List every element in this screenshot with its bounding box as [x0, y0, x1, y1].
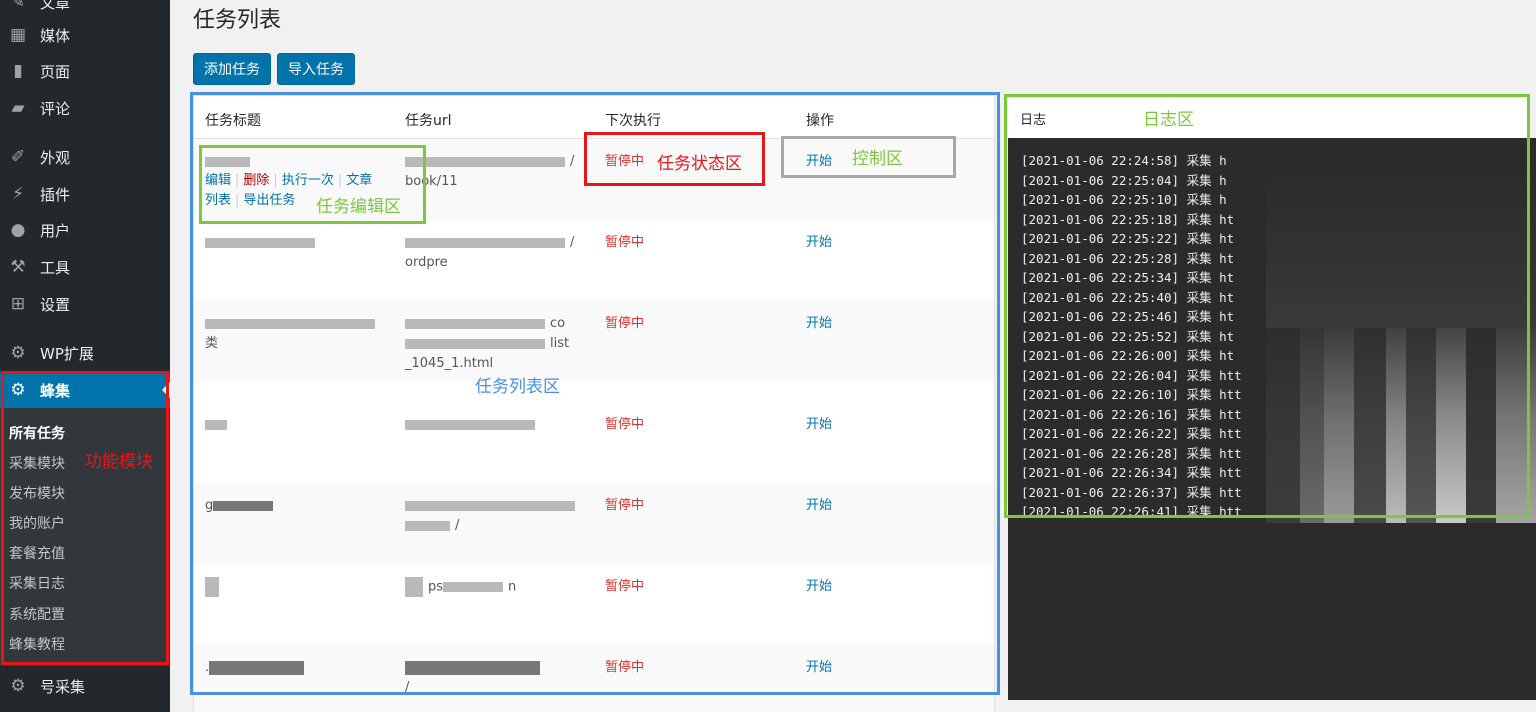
menu-media[interactable]: ▦ 媒体	[0, 17, 170, 53]
gear-icon: ⚙	[10, 676, 26, 696]
task-list-label: 任务列表区	[475, 377, 560, 397]
wrench-icon: ⚒	[10, 257, 26, 277]
task-edit-label: 任务编辑区	[316, 197, 401, 217]
menu-label: 媒体	[40, 26, 71, 45]
menu-label: 外观	[40, 148, 71, 167]
menu-haocaiji[interactable]: ⚙ 号采集	[0, 668, 170, 704]
feature-module-label: 功能模块	[85, 452, 153, 472]
menu-wp-extend[interactable]: ⚙ WP扩展	[0, 335, 170, 371]
import-task-button[interactable]: 导入任务	[277, 53, 355, 85]
menu-label: 设置	[40, 295, 71, 314]
menu-label: 工具	[40, 258, 71, 277]
menu-label: 页面	[40, 62, 71, 81]
menu-label: WP扩展	[40, 344, 94, 363]
menu-label: 用户	[40, 221, 71, 240]
control-label: 控制区	[852, 149, 903, 169]
comment-icon: ▰	[11, 98, 25, 118]
menu-users[interactable]: ● 用户	[0, 212, 170, 248]
add-task-button[interactable]: 添加任务	[193, 53, 271, 85]
page-title: 任务列表	[193, 8, 282, 33]
menu-pages[interactable]: ▮ 页面	[0, 53, 170, 89]
menu-comments[interactable]: ▰ 评论	[0, 90, 170, 126]
menu-appearance[interactable]: ✐ 外观	[0, 139, 170, 175]
menu-label: 文章	[40, 0, 71, 12]
log-area-box	[1004, 94, 1530, 518]
menu-settings[interactable]: ⊞ 设置	[0, 286, 170, 322]
plugin-icon: ⚡	[12, 184, 24, 204]
menu-label: 号采集	[40, 677, 86, 696]
menu-label: 插件	[40, 185, 71, 204]
user-icon: ●	[10, 220, 26, 240]
menu-plugins[interactable]: ⚡ 插件	[0, 176, 170, 212]
media-icon: ▦	[9, 25, 27, 45]
gear-icon: ⚙	[10, 343, 26, 363]
menu-tools[interactable]: ⚒ 工具	[0, 249, 170, 285]
task-status-label: 任务状态区	[657, 154, 742, 174]
pin-icon: ✎	[10, 0, 26, 12]
log-area-label: 日志区	[1143, 110, 1194, 130]
menu-label: 评论	[40, 99, 71, 118]
feature-module-box	[1, 371, 169, 665]
page-icon: ▮	[13, 61, 23, 81]
settings-icon: ⊞	[10, 294, 26, 314]
brush-icon: ✐	[10, 147, 26, 167]
